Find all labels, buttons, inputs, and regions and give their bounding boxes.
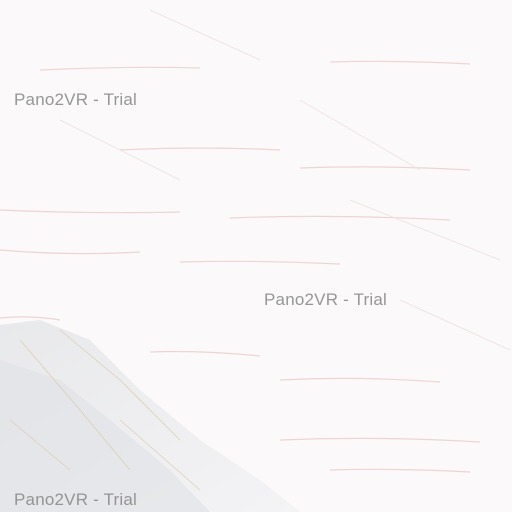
- watermark-text: Pano2VR - Trial: [14, 90, 137, 109]
- watermark-text: Pano2VR - Trial: [14, 490, 137, 509]
- panorama-tile[interactable]: Pano2VR - Trial Pano2VR - Trial Pano2VR …: [0, 0, 512, 512]
- marble-texture: [0, 0, 512, 512]
- watermark-text: Pano2VR - Trial: [264, 290, 387, 309]
